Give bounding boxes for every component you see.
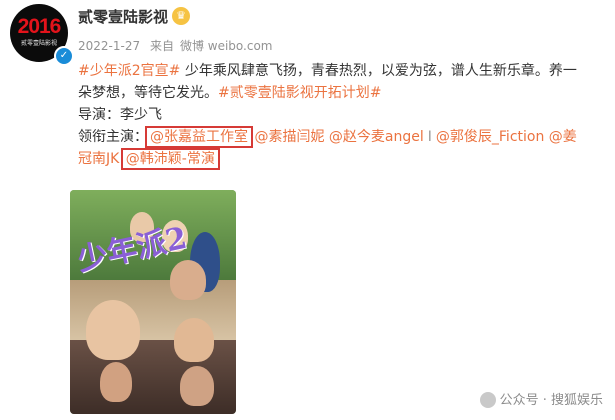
cast-label: 领衔主演： (78, 129, 148, 145)
source-prefix: 来自 (149, 39, 174, 53)
watermark: 公众号 · 搜狐娱乐 (479, 389, 603, 408)
content-text-2: 朵梦想，等待它发光。 (78, 85, 218, 101)
verified-icon: ✓ (54, 46, 74, 66)
avatar-logo-subtext: 贰零壹陆影视 (20, 40, 57, 47)
hashtag-plan[interactable]: #贰零壹陆影视开拓计划# (218, 85, 381, 101)
mention-separator: I (427, 129, 432, 145)
mention-guojunchen[interactable]: @郭俊辰_Fiction (436, 129, 544, 145)
cast-line-1: 领衔主演： @张嘉益工作室 @素描闫妮 @赵今麦angel I @郭俊辰_Fictio… (78, 126, 608, 148)
mention-zhaojinmai[interactable]: @赵今麦angel (329, 129, 424, 145)
avatar-logo-number: 2016 (17, 15, 62, 38)
post-source: 微博 weibo.com (179, 39, 273, 53)
cast-line-2: 冠南JK @韩沛颖-常演 (78, 148, 608, 170)
content-line-1: #少年派2官宣# 少年乘风肆意飞扬，青春热烈，以爱为弦，谱人生新乐章。养一 (78, 60, 608, 82)
watermark-text: 公众号 · 搜狐娱乐 (499, 392, 603, 408)
mention-zhangjiayi[interactable]: @张嘉益工作室 (145, 126, 253, 148)
image-figure (180, 366, 214, 406)
image-figure (170, 260, 206, 300)
author-name[interactable]: 贰零壹陆影视 (78, 6, 168, 27)
crown-icon: ♛ (172, 7, 190, 25)
image-figure (86, 300, 140, 360)
post-date[interactable]: 2022-1-27 (78, 39, 140, 53)
content-line-2: 朵梦想，等待它发光。#贰零壹陆影视开拓计划# (78, 82, 608, 104)
image-figure (100, 362, 132, 402)
hashtag-shaonianpai[interactable]: #少年派2官宣# (78, 63, 180, 79)
mention-jiangguannan-end[interactable]: 冠南JK (78, 151, 119, 167)
mention-yanni[interactable]: @素描闫妮 (254, 129, 324, 145)
post-meta: 2022-1-27 来自 微博 weibo.com (78, 37, 279, 54)
wechat-icon (479, 392, 496, 408)
content-text-1: 少年乘风肆意飞扬，青春热烈，以爱为弦，谱人生新乐章。养一 (180, 63, 577, 79)
director-line: 导演：李少飞 (78, 107, 162, 123)
post-image[interactable]: 少年派2 (70, 190, 236, 414)
mention-jiangguannan-start[interactable]: @姜 (549, 129, 577, 145)
post-content: #少年派2官宣# 少年乘风肆意飞扬，青春热烈，以爱为弦，谱人生新乐章。养一 朵梦… (78, 60, 608, 170)
mention-hanpeiying[interactable]: @韩沛颖-常演 (120, 148, 220, 170)
image-figure (174, 318, 214, 362)
